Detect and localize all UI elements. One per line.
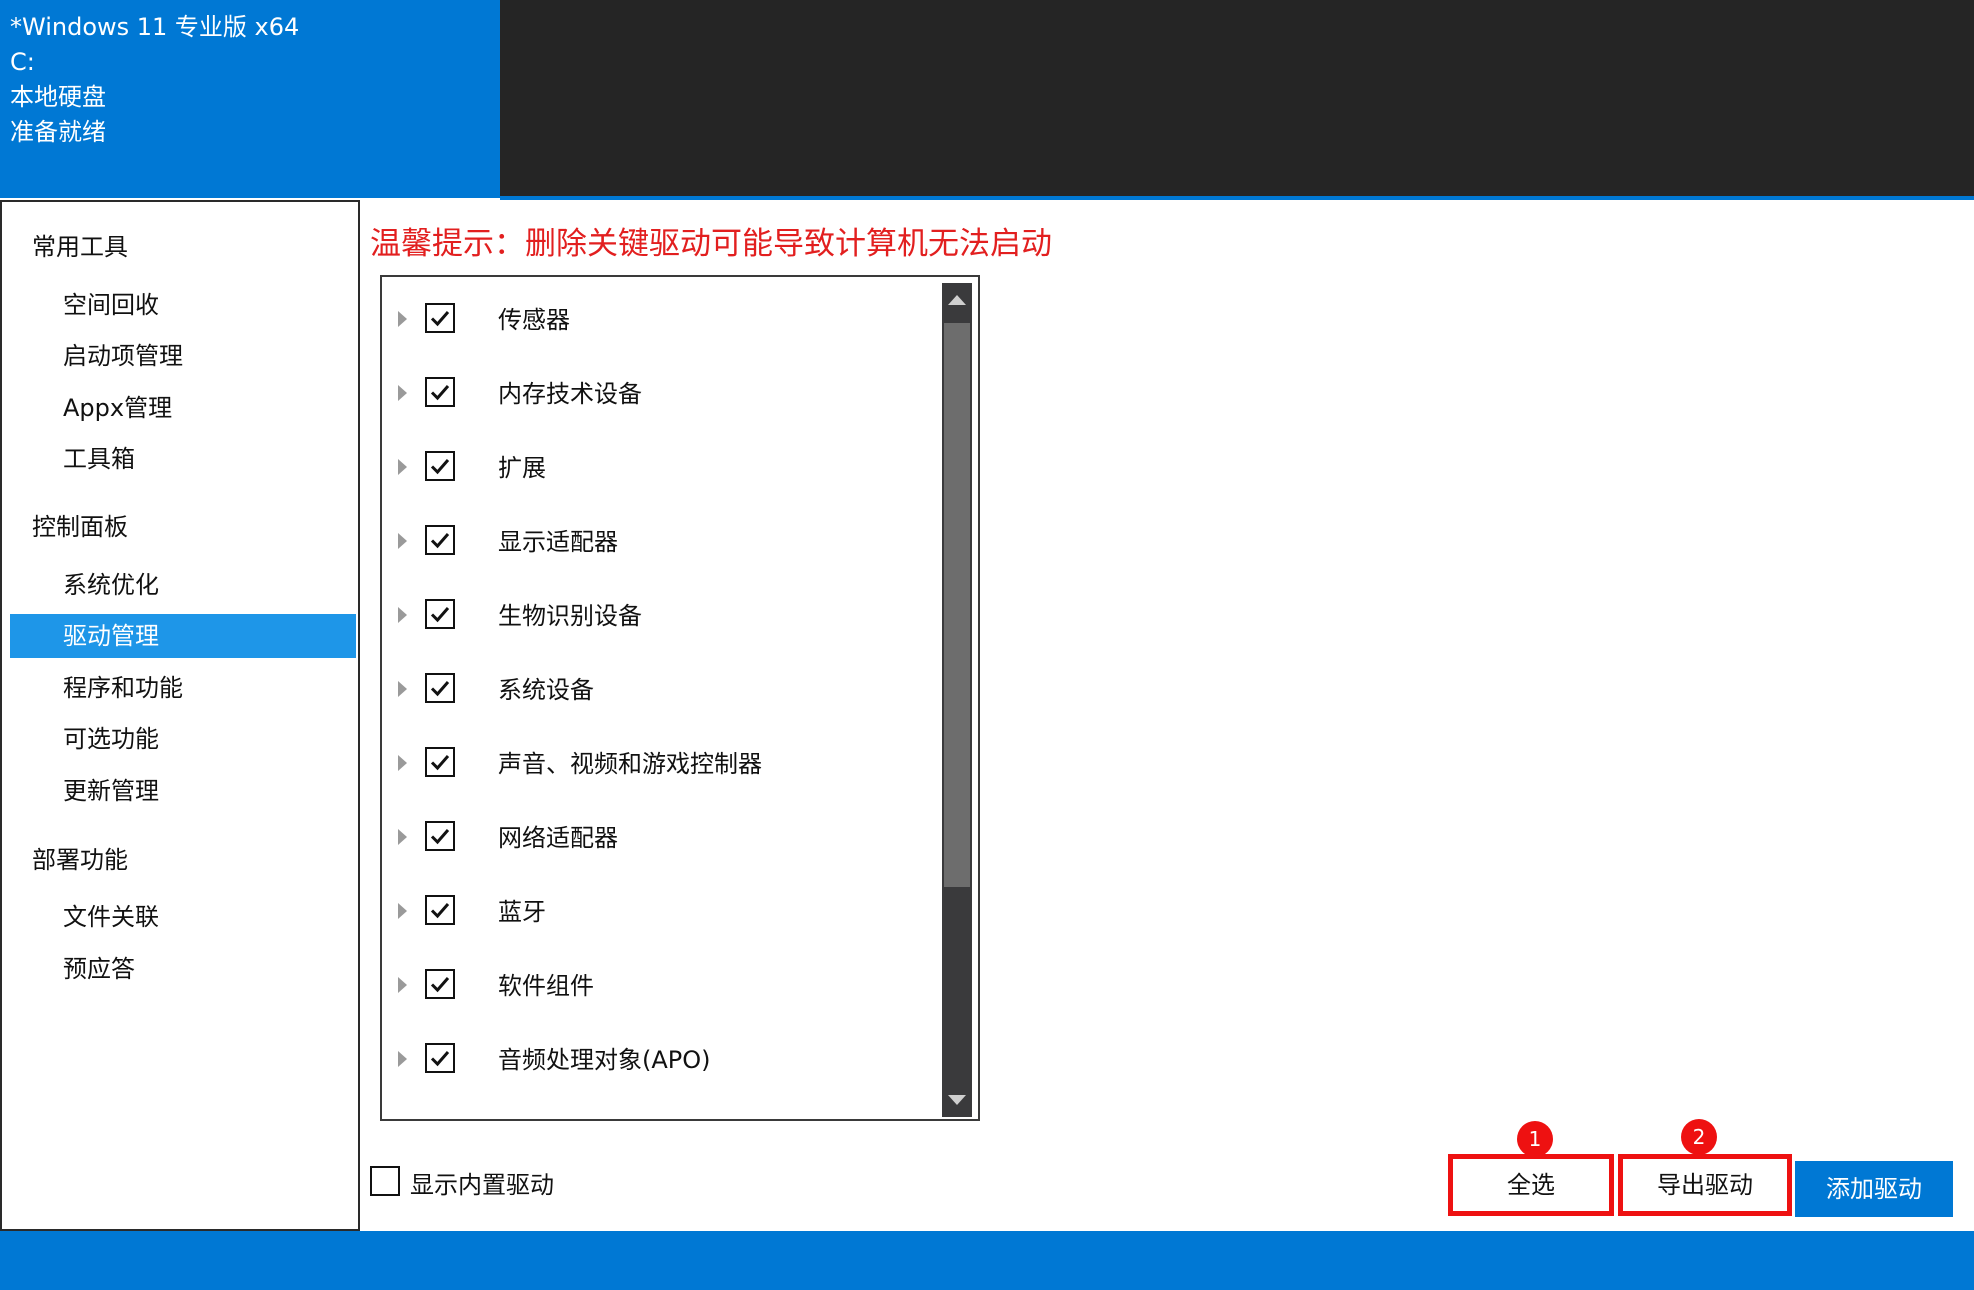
category-checkbox[interactable] (425, 821, 455, 851)
driver-category-row[interactable]: 音频处理对象(APO) (382, 1030, 942, 1086)
driver-category-label: 生物识别设备 (498, 602, 642, 630)
category-checkbox[interactable] (425, 969, 455, 999)
category-checkbox[interactable] (425, 377, 455, 407)
header-dark-area (500, 0, 1974, 196)
driver-category-label: 系统设备 (498, 676, 594, 704)
checkmark-icon (430, 607, 450, 623)
driver-category-row[interactable]: 软件组件 (382, 956, 942, 1012)
warning-text: 温馨提示：删除关键驱动可能导致计算机无法启动 (370, 226, 1052, 262)
checkmark-icon (430, 1051, 450, 1067)
driver-category-label: 显示适配器 (498, 528, 618, 556)
checkmark-icon (430, 977, 450, 993)
sidebar-item-system-optimize[interactable]: 系统优化 (10, 563, 356, 607)
checkmark-icon (430, 829, 450, 845)
scroll-down-button[interactable] (942, 1087, 972, 1117)
checkmark-icon (430, 311, 450, 327)
sidebar-group-control-panel: 控制面板 (32, 513, 128, 541)
driver-category-label: 传感器 (498, 306, 570, 334)
export-drivers-button[interactable]: 导出驱动 (1618, 1154, 1792, 1216)
sidebar-group-common-tools: 常用工具 (32, 233, 128, 261)
checkmark-icon (430, 681, 450, 697)
category-checkbox[interactable] (425, 599, 455, 629)
sidebar-item-toolbox[interactable]: 工具箱 (10, 437, 356, 481)
sidebar-group-deploy: 部署功能 (32, 846, 128, 874)
driver-category-label: 软件组件 (498, 972, 594, 1000)
driver-category-label: 扩展 (498, 454, 546, 482)
expand-arrow-icon[interactable] (398, 829, 407, 845)
expand-arrow-icon[interactable] (398, 533, 407, 549)
sidebar-item-optional-features[interactable]: 可选功能 (10, 717, 356, 761)
chevron-up-icon (948, 295, 966, 305)
category-checkbox[interactable] (425, 303, 455, 333)
checkmark-icon (430, 903, 450, 919)
scroll-up-button[interactable] (942, 283, 972, 313)
sidebar-item-file-association[interactable]: 文件关联 (10, 895, 356, 939)
expand-arrow-icon[interactable] (398, 977, 407, 993)
system-info-panel: *Windows 11 专业版 x64 C: 本地硬盘 准备就绪 (0, 0, 500, 198)
driver-category-row[interactable]: 扩展 (382, 438, 942, 494)
expand-arrow-icon[interactable] (398, 681, 407, 697)
checkmark-icon (430, 385, 450, 401)
sidebar-item-startup-manager[interactable]: 启动项管理 (10, 334, 356, 378)
sidebar-item-driver-manager[interactable]: 驱动管理 (10, 614, 356, 658)
driver-tree: 传感器内存技术设备 扩展显示适配器生物识别设备 系统设备声音、视频和游戏控制器 网络适… (380, 275, 980, 1121)
expand-arrow-icon[interactable] (398, 903, 407, 919)
checkmark-icon (430, 533, 450, 549)
sidebar-item-programs-features[interactable]: 程序和功能 (10, 666, 356, 710)
vertical-scrollbar[interactable] (942, 283, 972, 1117)
checkmark-icon (430, 755, 450, 771)
category-checkbox[interactable] (425, 525, 455, 555)
checkbox-label: 显示内置驱动 (410, 1171, 554, 1199)
bottom-status-bar (0, 1231, 1974, 1290)
driver-category-row[interactable]: 系统设备 (382, 660, 942, 716)
expand-arrow-icon[interactable] (398, 1051, 407, 1067)
checkmark-icon (430, 459, 450, 475)
category-checkbox[interactable] (425, 1043, 455, 1073)
expand-arrow-icon[interactable] (398, 607, 407, 623)
disk-label: 本地硬盘 (10, 83, 106, 111)
expand-arrow-icon[interactable] (398, 459, 407, 475)
category-checkbox[interactable] (425, 747, 455, 777)
step-badge-1: 1 (1517, 1121, 1553, 1157)
expand-arrow-icon[interactable] (398, 385, 407, 401)
driver-category-row[interactable]: 生物识别设备 (382, 586, 942, 642)
driver-category-label: 声音、视频和游戏控制器 (498, 750, 762, 778)
chevron-down-icon (948, 1095, 966, 1105)
driver-category-row[interactable]: 声音、视频和游戏控制器 (382, 734, 942, 790)
driver-category-label: 音频处理对象(APO) (498, 1046, 711, 1074)
expand-arrow-icon[interactable] (398, 311, 407, 327)
driver-category-row[interactable]: 传感器 (382, 290, 942, 346)
sidebar-item-appx-manager[interactable]: Appx管理 (10, 386, 356, 430)
category-checkbox[interactable] (425, 673, 455, 703)
scroll-thumb[interactable] (944, 323, 970, 887)
driver-category-row[interactable]: 显示适配器 (382, 512, 942, 568)
driver-category-label: 内存技术设备 (498, 380, 642, 408)
sidebar: 常用工具 空间回收 启动项管理 Appx管理 工具箱 控制面板 系统优化 驱动管… (0, 200, 360, 1231)
header-accent-line (500, 196, 1974, 200)
select-all-button[interactable]: 全选 (1448, 1154, 1614, 1216)
drive-letter: C: (10, 48, 35, 76)
step-badge-2: 2 (1681, 1119, 1717, 1155)
sidebar-item-update-manager[interactable]: 更新管理 (10, 769, 356, 813)
sidebar-item-space-reclaim[interactable]: 空间回收 (10, 283, 356, 327)
driver-category-row[interactable]: 内存技术设备 (382, 364, 942, 420)
driver-category-label: 网络适配器 (498, 824, 618, 852)
category-checkbox[interactable] (425, 451, 455, 481)
driver-category-row[interactable]: 蓝牙 (382, 882, 942, 938)
status-text: 准备就绪 (10, 118, 106, 146)
sidebar-item-unattend[interactable]: 预应答 (10, 947, 356, 991)
driver-category-row[interactable]: 网络适配器 (382, 808, 942, 864)
driver-category-label: 蓝牙 (498, 898, 546, 926)
os-name: *Windows 11 专业版 x64 (10, 13, 300, 41)
show-builtin-drivers-checkbox[interactable]: 显示内置驱动 (370, 1164, 590, 1199)
expand-arrow-icon[interactable] (398, 755, 407, 771)
checkbox-box[interactable] (370, 1166, 400, 1196)
add-driver-button[interactable]: 添加驱动 (1795, 1161, 1953, 1217)
category-checkbox[interactable] (425, 895, 455, 925)
